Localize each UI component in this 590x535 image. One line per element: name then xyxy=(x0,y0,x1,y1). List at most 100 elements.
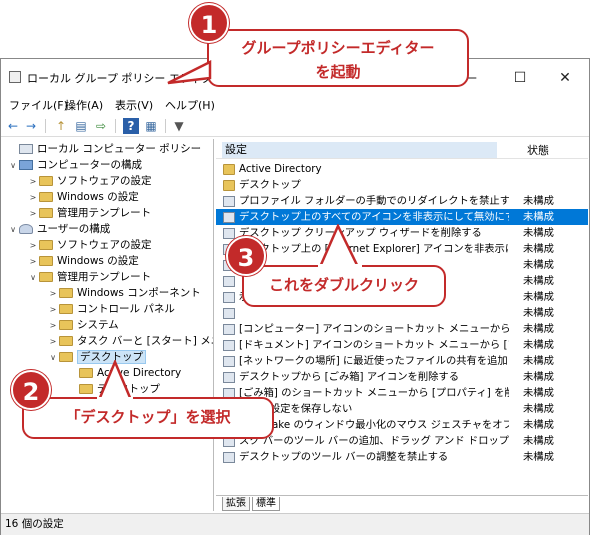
list-item[interactable]: [ネットワークの場所] に最近使ったファイルの共有を追加しない 未構成 xyxy=(216,353,588,369)
tree-pane[interactable]: ローカル コンピューター ポリシー ∨ コンピューターの構成 > ソフトウェアの設定 > W… xyxy=(1,139,214,511)
tree-item[interactable]: > ソフトウェアの設定 xyxy=(27,237,152,253)
tree-item[interactable]: > システム xyxy=(47,317,119,333)
tree-item[interactable]: ∨ ユーザーの構成 xyxy=(7,221,110,237)
list-item-name: [コンピューター] アイコンのショートカット メニューから [プロパティ... xyxy=(239,323,509,335)
list-item[interactable]: デスクトップ xyxy=(216,177,588,193)
chevron-right-icon[interactable]: > xyxy=(27,206,39,222)
list-item-state: 未構成 xyxy=(523,339,554,351)
maximize-button[interactable]: ☐ xyxy=(501,65,539,91)
menu-file[interactable]: ファイル(F) xyxy=(9,97,68,113)
chevron-right-icon[interactable]: > xyxy=(47,318,59,334)
tree-item-label: Windows の設定 xyxy=(57,191,139,203)
tree-item[interactable]: > 管理用テンプレート xyxy=(27,205,152,222)
list-item[interactable]: デスクトップのツール バーの調整を禁止する 未構成 xyxy=(216,449,588,465)
list-item-name: デスクトップのツール バーの調整を禁止する xyxy=(239,451,449,463)
list-item-name: [ドキュメント] アイコンのショートカット メニューから [プロパティ]... xyxy=(239,339,509,351)
list-item[interactable]: 未構成 xyxy=(216,305,588,321)
policy-icon xyxy=(223,339,235,351)
gpedit-app-icon xyxy=(9,71,21,83)
tree-item-label: タスク バーと [スタート] メニュー xyxy=(77,335,213,347)
computer-icon xyxy=(19,160,33,170)
tree-item[interactable]: ローカル コンピューター ポリシー xyxy=(7,141,201,157)
forward-arrow-icon[interactable]: → xyxy=(23,118,39,134)
chevron-down-icon[interactable]: ∨ xyxy=(27,270,39,286)
tree-item[interactable]: > Windows の設定 xyxy=(27,253,139,269)
list-item-state: 未構成 xyxy=(523,387,554,399)
tree-item-label: システム xyxy=(77,319,119,331)
tree-item-label: ローカル コンピューター ポリシー xyxy=(37,143,202,155)
close-button[interactable]: ✕ xyxy=(546,65,584,91)
list-item-state: 未構成 xyxy=(523,435,554,447)
tree-item[interactable]: > Windows の設定 xyxy=(27,189,139,205)
step-badge-1: 1 xyxy=(189,3,229,43)
chevron-right-icon[interactable]: > xyxy=(47,334,59,350)
tree-item-label: 管理用テンプレート xyxy=(57,271,152,283)
settings-list[interactable]: 設定 状態 Active Directory デスクトップ プロファイル フォルダー… xyxy=(216,139,588,511)
menu-help[interactable]: ヘルプ(H) xyxy=(165,97,215,113)
chevron-right-icon[interactable]: > xyxy=(47,286,59,302)
list-item[interactable]: デスクトップ上のすべてのアイコンを非表示にして無効にする 未構成 xyxy=(216,209,588,225)
tree-item-label: Windows コンポーネント xyxy=(77,287,201,299)
step-badge-2: 2 xyxy=(11,370,51,410)
list-item[interactable]: デスクトップ クリーンアップ ウィザードを削除する 未構成 xyxy=(216,225,588,241)
tree-item[interactable]: > タスク バーと [スタート] メニュー xyxy=(47,333,213,350)
tree-item[interactable]: > ソフトウェアの設定 xyxy=(27,173,152,189)
callout-select-desktop: 「デスクトップ」を選択 xyxy=(22,397,274,439)
back-arrow-icon[interactable]: ← xyxy=(5,118,21,134)
policy-icon xyxy=(223,323,235,335)
user-icon xyxy=(19,224,33,234)
list-item-name: [ごみ箱] のショートカット メニューから [プロパティ] を削除する xyxy=(239,387,509,399)
help-icon[interactable]: ? xyxy=(123,118,139,134)
properties-icon[interactable]: ▤ xyxy=(73,118,89,134)
menu-view[interactable]: 表示(V) xyxy=(115,97,153,113)
list-item[interactable]: [ごみ箱] のショートカット メニューから [プロパティ] を削除する 未構成 xyxy=(216,385,588,401)
chevron-down-icon[interactable]: ∨ xyxy=(7,222,19,238)
tree-item[interactable]: > コントロール パネル xyxy=(47,301,175,317)
tree-item[interactable]: ∨ 管理用テンプレート xyxy=(27,269,151,285)
view-tabs: 拡張 標準 xyxy=(216,495,588,511)
folder-icon xyxy=(59,336,73,346)
folder-icon xyxy=(79,384,93,394)
folder-icon xyxy=(223,179,235,191)
list-item[interactable]: [コンピューター] アイコンのショートカット メニューから [プロパティ... 未… xyxy=(216,321,588,337)
toolbar-separator xyxy=(165,119,166,133)
folder-icon xyxy=(39,192,53,202)
list-item[interactable]: プロファイル フォルダーの手動でのリダイレクトを禁止する 未構成 xyxy=(216,193,588,209)
policy-icon xyxy=(223,275,235,287)
tab-extended[interactable]: 拡張 xyxy=(222,497,250,511)
chevron-down-icon[interactable]: ∨ xyxy=(7,158,19,174)
chevron-right-icon[interactable]: > xyxy=(27,254,39,270)
callout-double-click: これをダブルクリック xyxy=(242,265,446,307)
step-badge-3: 3 xyxy=(226,236,266,276)
menu-action[interactable]: 操作(A) xyxy=(65,97,103,113)
folder-icon xyxy=(59,304,73,314)
callout-pointer xyxy=(97,360,133,402)
tab-standard[interactable]: 標準 xyxy=(252,497,280,511)
list-item[interactable]: [ドキュメント] アイコンのショートカット メニューから [プロパティ]... 未… xyxy=(216,337,588,353)
up-folder-icon[interactable]: ↑ xyxy=(53,118,69,134)
tree-item[interactable]: > Windows コンポーネント xyxy=(47,285,201,301)
list-item-name: デスクトップから [ごみ箱] アイコンを削除する xyxy=(239,371,460,383)
filter-icon[interactable]: ▼ xyxy=(171,118,187,134)
list-item[interactable]: スク バーのツール バーの追加、ドラッグ アンド ドロップおよび... 未構成 xyxy=(216,433,588,449)
column-header-state[interactable]: 状態 xyxy=(527,142,549,158)
list-item[interactable]: Active Directory xyxy=(216,161,588,177)
chevron-right-icon[interactable]: > xyxy=(47,302,59,318)
status-bar: 16 個の設定 xyxy=(1,513,589,535)
folder-icon xyxy=(59,320,73,330)
view-icon[interactable]: ▦ xyxy=(143,118,159,134)
export-list-icon[interactable]: ⇨ xyxy=(93,118,109,134)
folder-icon xyxy=(39,256,53,266)
list-item-name: デスクトップ上のすべてのアイコンを非表示にして無効にする xyxy=(239,211,509,223)
list-header: 設定 状態 xyxy=(216,139,588,159)
tree-item-label: ソフトウェアの設定 xyxy=(57,239,152,251)
tree-item[interactable]: ∨ コンピューターの構成 xyxy=(7,157,142,173)
list-item[interactable]: デスクトップ上の [Internet Explorer] アイコンを非表示にする… xyxy=(216,241,588,257)
chevron-right-icon[interactable]: > xyxy=(27,190,39,206)
list-item-state: 未構成 xyxy=(523,227,554,239)
chevron-down-icon[interactable]: ∨ xyxy=(47,350,59,366)
chevron-right-icon[interactable]: > xyxy=(27,174,39,190)
chevron-right-icon[interactable]: > xyxy=(27,238,39,254)
list-item[interactable]: デスクトップから [ごみ箱] アイコンを削除する 未構成 xyxy=(216,369,588,385)
column-header-setting[interactable]: 設定 xyxy=(222,142,497,158)
